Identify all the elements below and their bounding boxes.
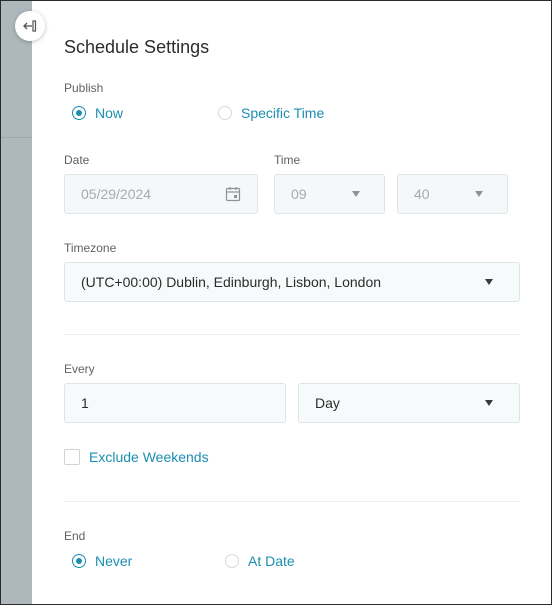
every-label: Every	[64, 362, 95, 376]
timezone-value: (UTC+00:00) Dublin, Edinburgh, Lisbon, L…	[81, 274, 382, 290]
end-never-radio[interactable]: Never	[72, 553, 132, 569]
every-count-input[interactable]: 1	[64, 383, 286, 423]
publish-specific-time-label: Specific Time	[241, 105, 325, 121]
section-divider	[64, 334, 520, 335]
end-at-date-label: At Date	[248, 553, 295, 569]
radio-dot	[72, 554, 86, 568]
schedule-settings-window: Schedule Settings Publish Now Specific T…	[0, 0, 552, 605]
page-backdrop	[1, 1, 32, 604]
chevron-down-icon	[485, 400, 493, 406]
publish-now-label: Now	[95, 105, 124, 121]
date-input[interactable]: 05/29/2024	[64, 174, 258, 214]
chevron-down-icon	[485, 279, 493, 285]
minute-value: 40	[414, 186, 430, 202]
settings-panel	[32, 1, 551, 604]
every-count-value: 1	[81, 395, 89, 411]
exclude-weekends-checkbox[interactable]: Exclude Weekends	[64, 449, 209, 465]
exclude-weekends-label: Exclude Weekends	[89, 449, 209, 465]
end-label: End	[64, 529, 86, 543]
every-unit-value: Day	[315, 395, 340, 411]
minute-select[interactable]: 40	[397, 174, 508, 214]
collapse-arrow-icon	[23, 20, 37, 32]
end-at-date-radio[interactable]: At Date	[225, 553, 295, 569]
hour-value: 09	[291, 186, 307, 202]
end-never-label: Never	[95, 553, 133, 569]
publish-specific-time-radio[interactable]: Specific Time	[218, 105, 324, 121]
radio-dot	[225, 554, 239, 568]
time-label: Time	[274, 153, 301, 167]
timezone-label: Timezone	[64, 241, 117, 255]
radio-dot	[218, 106, 232, 120]
timezone-select[interactable]: (UTC+00:00) Dublin, Edinburgh, Lisbon, L…	[64, 262, 520, 302]
publish-now-radio[interactable]: Now	[72, 105, 123, 121]
date-label: Date	[64, 153, 90, 167]
chevron-down-icon	[475, 191, 483, 197]
publish-label: Publish	[64, 81, 104, 95]
calendar-icon[interactable]	[225, 186, 241, 202]
hour-select[interactable]: 09	[274, 174, 385, 214]
backdrop-divider	[1, 137, 32, 138]
collapse-panel-button[interactable]	[15, 11, 45, 41]
radio-dot	[72, 106, 86, 120]
page-title: Schedule Settings	[64, 37, 210, 57]
checkbox-box	[64, 449, 80, 465]
every-unit-select[interactable]: Day	[298, 383, 520, 423]
section-divider	[64, 501, 520, 502]
chevron-down-icon	[352, 191, 360, 197]
date-value: 05/29/2024	[81, 186, 152, 202]
